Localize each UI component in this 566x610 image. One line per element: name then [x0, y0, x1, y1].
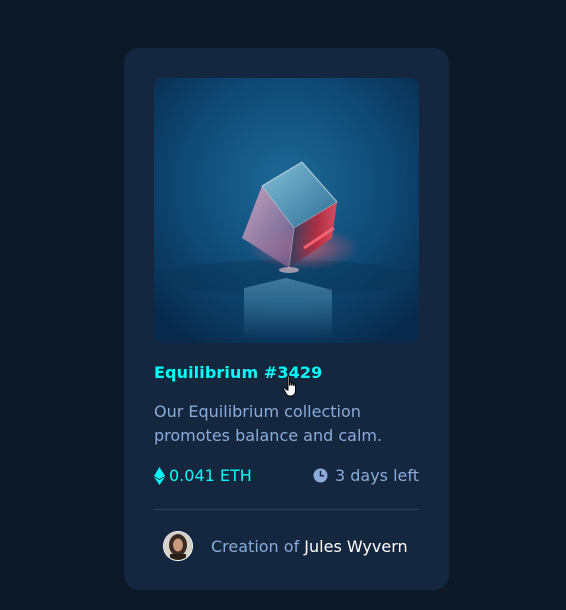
- nft-card: Equilibrium #3429 Our Equilibrium collec…: [124, 48, 449, 590]
- avatar: [163, 531, 193, 561]
- creator: Creation of Jules Wyvern: [163, 531, 408, 561]
- creator-name[interactable]: Jules Wyvern: [304, 537, 407, 556]
- clock-icon: [313, 468, 328, 483]
- time-left-value: 3 days left: [334, 466, 419, 485]
- nft-description: Our Equilibrium collection promotes bala…: [154, 402, 383, 445]
- ethereum-icon: [154, 466, 165, 485]
- creator-label: Creation of Jules Wyvern: [211, 537, 408, 556]
- price: 0.041 ETH: [154, 466, 252, 485]
- price-value: 0.041 ETH: [169, 466, 252, 485]
- equilibrium-cube-illustration: [154, 78, 419, 343]
- hand-pointer-cursor-icon: [282, 375, 296, 397]
- time-left: 3 days left: [313, 466, 419, 485]
- divider: [154, 509, 419, 510]
- nft-image[interactable]: [154, 78, 419, 343]
- creator-prefix: Creation of: [211, 536, 305, 556]
